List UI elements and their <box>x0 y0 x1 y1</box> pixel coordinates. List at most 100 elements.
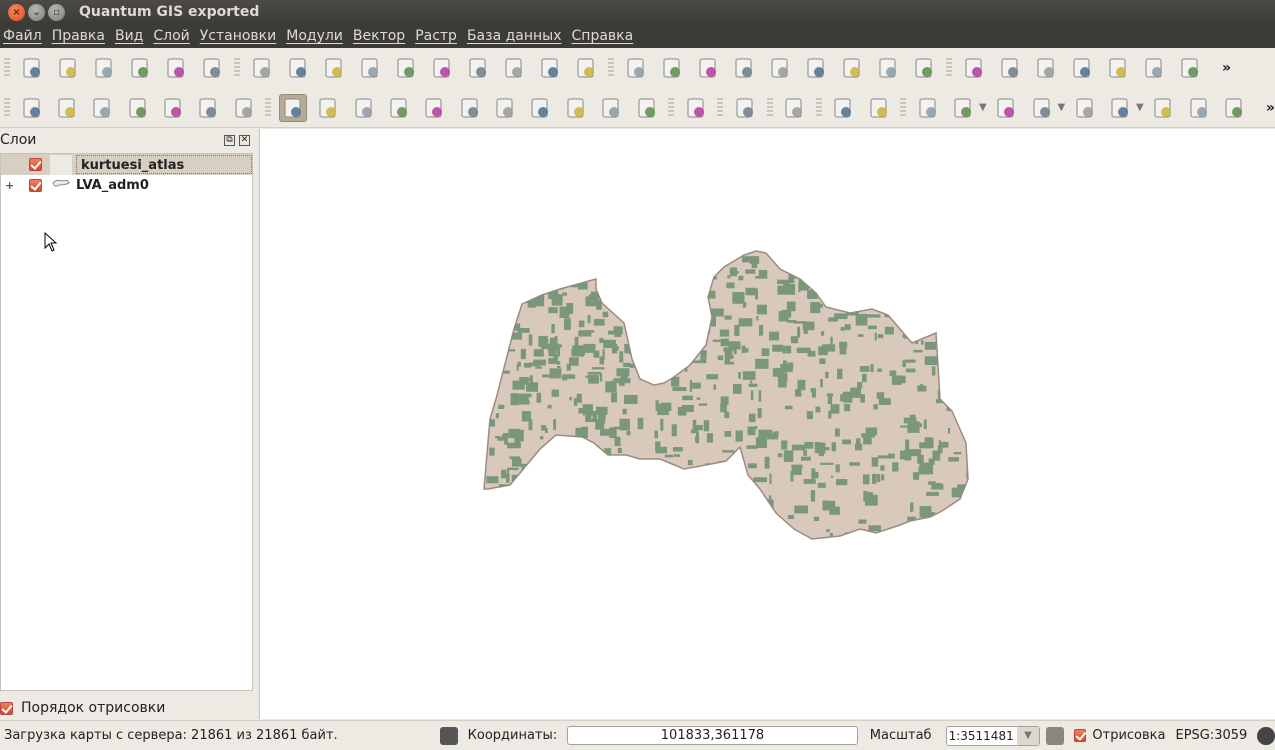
save-edits-button[interactable] <box>658 54 686 82</box>
composer-manager-button[interactable] <box>198 54 226 82</box>
add-vector-layer-button[interactable] <box>248 54 276 82</box>
add-part-button[interactable] <box>1104 54 1132 82</box>
new-print-composer-button[interactable] <box>162 54 190 82</box>
menu-layer[interactable]: Слой <box>149 28 195 44</box>
refresh-button[interactable] <box>633 94 660 122</box>
maximize-window-button[interactable]: ▫ <box>48 3 65 21</box>
qgis-db-button[interactable] <box>682 94 709 122</box>
add-wms-layer-button[interactable] <box>428 54 456 82</box>
redo-button[interactable] <box>996 54 1024 82</box>
add-wcs-layer-button[interactable] <box>464 54 492 82</box>
toolbar-grip[interactable] <box>265 97 272 118</box>
minimize-window-button[interactable]: ⌄ <box>28 3 45 21</box>
menu-raster[interactable]: Растр <box>411 28 463 44</box>
add-wfs-layer-button[interactable] <box>500 54 528 82</box>
show-hide-labels-button[interactable] <box>124 94 151 122</box>
chevron-down-icon[interactable]: ▼ <box>1016 726 1039 745</box>
rotate-label-button[interactable] <box>195 94 222 122</box>
menu-settings[interactable]: Установки <box>196 28 283 44</box>
render-order-toggle[interactable]: Порядок отрисовки <box>0 697 165 719</box>
coordinate-toggle-icon[interactable] <box>439 726 458 745</box>
pan-button[interactable] <box>279 93 307 122</box>
whats-this-button[interactable] <box>781 94 808 122</box>
toolbar-grip[interactable] <box>668 97 675 118</box>
chevron-down-icon[interactable]: ▼ <box>1058 102 1068 113</box>
menu-vector[interactable]: Вектор <box>349 28 411 44</box>
measure-button[interactable] <box>1107 94 1134 122</box>
pin-labels-button[interactable] <box>89 94 116 122</box>
toolbar-grip[interactable] <box>4 97 10 118</box>
layer-visibility-checkbox[interactable] <box>29 179 42 192</box>
cut-features-button[interactable] <box>838 54 866 82</box>
toolbar-overflow-button[interactable]: » <box>1266 100 1275 116</box>
copy-features-button[interactable] <box>874 54 902 82</box>
expand-icon[interactable]: + <box>5 179 17 192</box>
layer-row-lva-adm0[interactable]: + LVA_adm0 <box>1 175 252 196</box>
zoom-full-button[interactable] <box>456 94 483 122</box>
close-panel-button[interactable]: ✕ <box>239 134 250 146</box>
move-label-button[interactable] <box>159 94 186 122</box>
layer-visibility-checkbox[interactable] <box>29 158 42 171</box>
delete-part-button[interactable] <box>1176 54 1204 82</box>
histogram-stretch-button[interactable] <box>830 94 857 122</box>
toolbar-grip[interactable] <box>717 97 724 118</box>
chevron-down-icon[interactable]: ▼ <box>1136 102 1146 113</box>
menu-plugins[interactable]: Модули <box>282 28 349 44</box>
toggle-editing-button[interactable] <box>622 54 650 82</box>
toolbar-overflow-button[interactable]: » <box>1222 60 1231 76</box>
open-project-button[interactable] <box>54 54 82 82</box>
map-canvas[interactable] <box>259 129 1275 719</box>
node-tool-button[interactable] <box>766 54 794 82</box>
map-tips-button[interactable] <box>1150 94 1177 122</box>
identify-button[interactable] <box>914 94 941 122</box>
layer-row-kurtuesi-atlas[interactable]: kurtuesi_atlas <box>1 154 252 175</box>
add-spatialite-layer-button[interactable] <box>356 54 384 82</box>
add-ring-button[interactable] <box>1068 54 1096 82</box>
zoom-in-button[interactable] <box>350 94 377 122</box>
add-postgis-layer-button[interactable] <box>320 54 348 82</box>
coords-field[interactable]: 101833,361178 <box>567 726 858 745</box>
render-checkbox[interactable] <box>1073 729 1087 742</box>
add-feature-button[interactable] <box>694 54 722 82</box>
delete-ring-button[interactable] <box>1140 54 1168 82</box>
zoom-next-button[interactable] <box>598 94 625 122</box>
deselect-button[interactable] <box>1028 94 1055 122</box>
cumulative-cut-button[interactable] <box>865 94 892 122</box>
menu-database[interactable]: База данных <box>463 28 568 44</box>
toolbar-grip[interactable] <box>815 97 822 118</box>
delete-selected-button[interactable] <box>802 54 830 82</box>
toolbar-grip[interactable] <box>946 58 952 78</box>
new-bookmark-button[interactable] <box>1185 94 1212 122</box>
menu-edit[interactable]: Правка <box>48 28 111 44</box>
undo-button[interactable] <box>960 54 988 82</box>
zoom-actual-size-button[interactable] <box>421 94 448 122</box>
paste-features-button[interactable] <box>910 54 938 82</box>
zoom-last-button[interactable] <box>562 94 589 122</box>
menu-view[interactable]: Вид <box>111 28 149 44</box>
render-order-checkbox[interactable] <box>0 701 13 715</box>
save-project-button[interactable] <box>90 54 118 82</box>
help-lifebuoy-button[interactable] <box>731 94 758 122</box>
menu-file[interactable]: Файл <box>0 28 48 44</box>
new-spatialite-layer-button[interactable] <box>392 54 420 82</box>
show-bookmarks-button[interactable] <box>1221 94 1248 122</box>
chevron-down-icon[interactable]: ▼ <box>979 102 989 113</box>
float-panel-button[interactable]: ⧉ <box>224 134 235 146</box>
change-label-button[interactable] <box>230 94 257 122</box>
remove-layer-button[interactable] <box>572 54 600 82</box>
crs-status[interactable]: EPSG:3059 <box>1175 728 1247 743</box>
label-visibility-button[interactable] <box>53 94 80 122</box>
move-feature-button[interactable] <box>730 54 758 82</box>
simplify-feature-button[interactable] <box>1032 54 1060 82</box>
add-raster-layer-button[interactable] <box>284 54 312 82</box>
toolbar-grip[interactable] <box>4 58 10 78</box>
zoom-out-button[interactable] <box>385 94 412 122</box>
toolbar-grip[interactable] <box>234 58 240 78</box>
label-button[interactable] <box>18 94 45 122</box>
menu-help[interactable]: Справка <box>568 28 640 44</box>
stop-render-icon[interactable] <box>1045 726 1064 745</box>
new-project-button[interactable] <box>18 54 46 82</box>
open-attribute-table-button[interactable] <box>1071 94 1098 122</box>
scale-combobox[interactable]: 1:3511481 ▼ <box>945 725 1040 746</box>
run-action-button[interactable] <box>950 94 977 122</box>
